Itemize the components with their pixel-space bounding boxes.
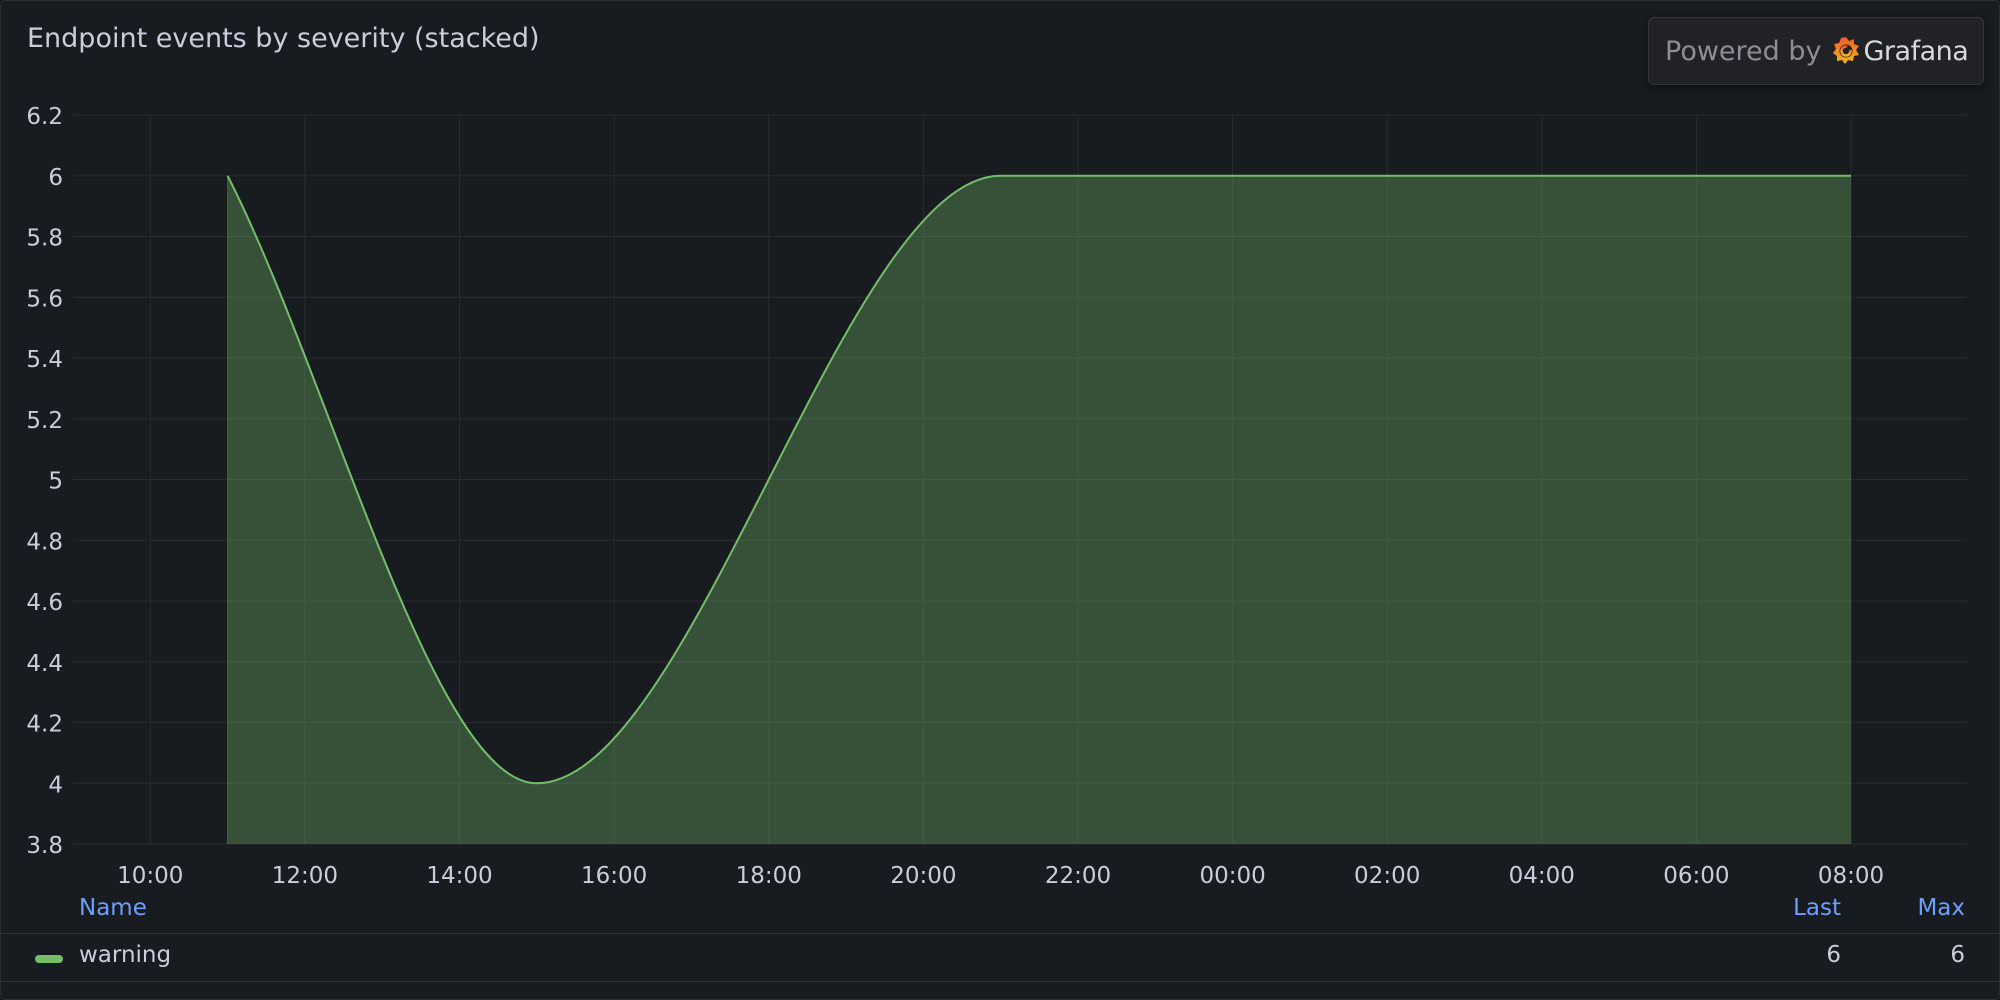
legend-last-value: 6 bbox=[1826, 942, 1841, 968]
y-tick-label: 3.8 bbox=[26, 833, 63, 859]
legend-series-name: warning bbox=[79, 942, 172, 968]
y-tick-label: 5 bbox=[48, 469, 63, 495]
x-tick-label: 08:00 bbox=[1818, 863, 1884, 889]
legend-header: Name Last Max bbox=[1, 893, 1999, 934]
legend-color-swatch bbox=[35, 955, 63, 963]
chart-panel: Endpoint events by severity (stacked) Po… bbox=[0, 0, 2000, 1000]
x-tick-label: 10:00 bbox=[117, 863, 183, 889]
legend-row-warning[interactable]: warning 6 6 bbox=[1, 935, 1999, 982]
y-tick-label: 5.4 bbox=[26, 347, 63, 373]
y-tick-label: 5.6 bbox=[26, 286, 63, 312]
x-tick-label: 20:00 bbox=[890, 863, 956, 889]
legend-max-value: 6 bbox=[1950, 942, 1965, 968]
legend-col-name[interactable]: Name bbox=[79, 895, 147, 921]
x-tick-label: 16:00 bbox=[581, 863, 647, 889]
y-tick-label: 4 bbox=[48, 772, 63, 798]
legend-col-max[interactable]: Max bbox=[1917, 895, 1965, 921]
y-tick-label: 4.2 bbox=[26, 712, 63, 738]
x-tick-label: 00:00 bbox=[1199, 863, 1265, 889]
y-tick-label: 4.8 bbox=[26, 529, 63, 555]
y-tick-label: 6.2 bbox=[26, 104, 63, 130]
x-tick-label: 22:00 bbox=[1045, 863, 1111, 889]
legend-col-last[interactable]: Last bbox=[1793, 895, 1841, 921]
x-tick-label: 14:00 bbox=[426, 863, 492, 889]
x-tick-label: 06:00 bbox=[1663, 863, 1729, 889]
y-tick-label: 4.4 bbox=[26, 651, 63, 677]
x-tick-label: 12:00 bbox=[272, 863, 338, 889]
x-tick-label: 02:00 bbox=[1354, 863, 1420, 889]
y-tick-label: 5.2 bbox=[26, 408, 63, 434]
x-tick-label: 18:00 bbox=[736, 863, 802, 889]
y-tick-label: 6 bbox=[48, 165, 63, 191]
y-tick-label: 4.6 bbox=[26, 590, 63, 616]
series-area-warning bbox=[227, 175, 1852, 844]
y-tick-label: 5.8 bbox=[26, 226, 63, 252]
timeseries-chart: 3.8 4 4.2 4.4 4.6 4.8 5 5.2 5.4 5.6 5.8 6 6.2 10:00 12… bbox=[26, 104, 1967, 889]
x-tick-label: 04:00 bbox=[1509, 863, 1575, 889]
